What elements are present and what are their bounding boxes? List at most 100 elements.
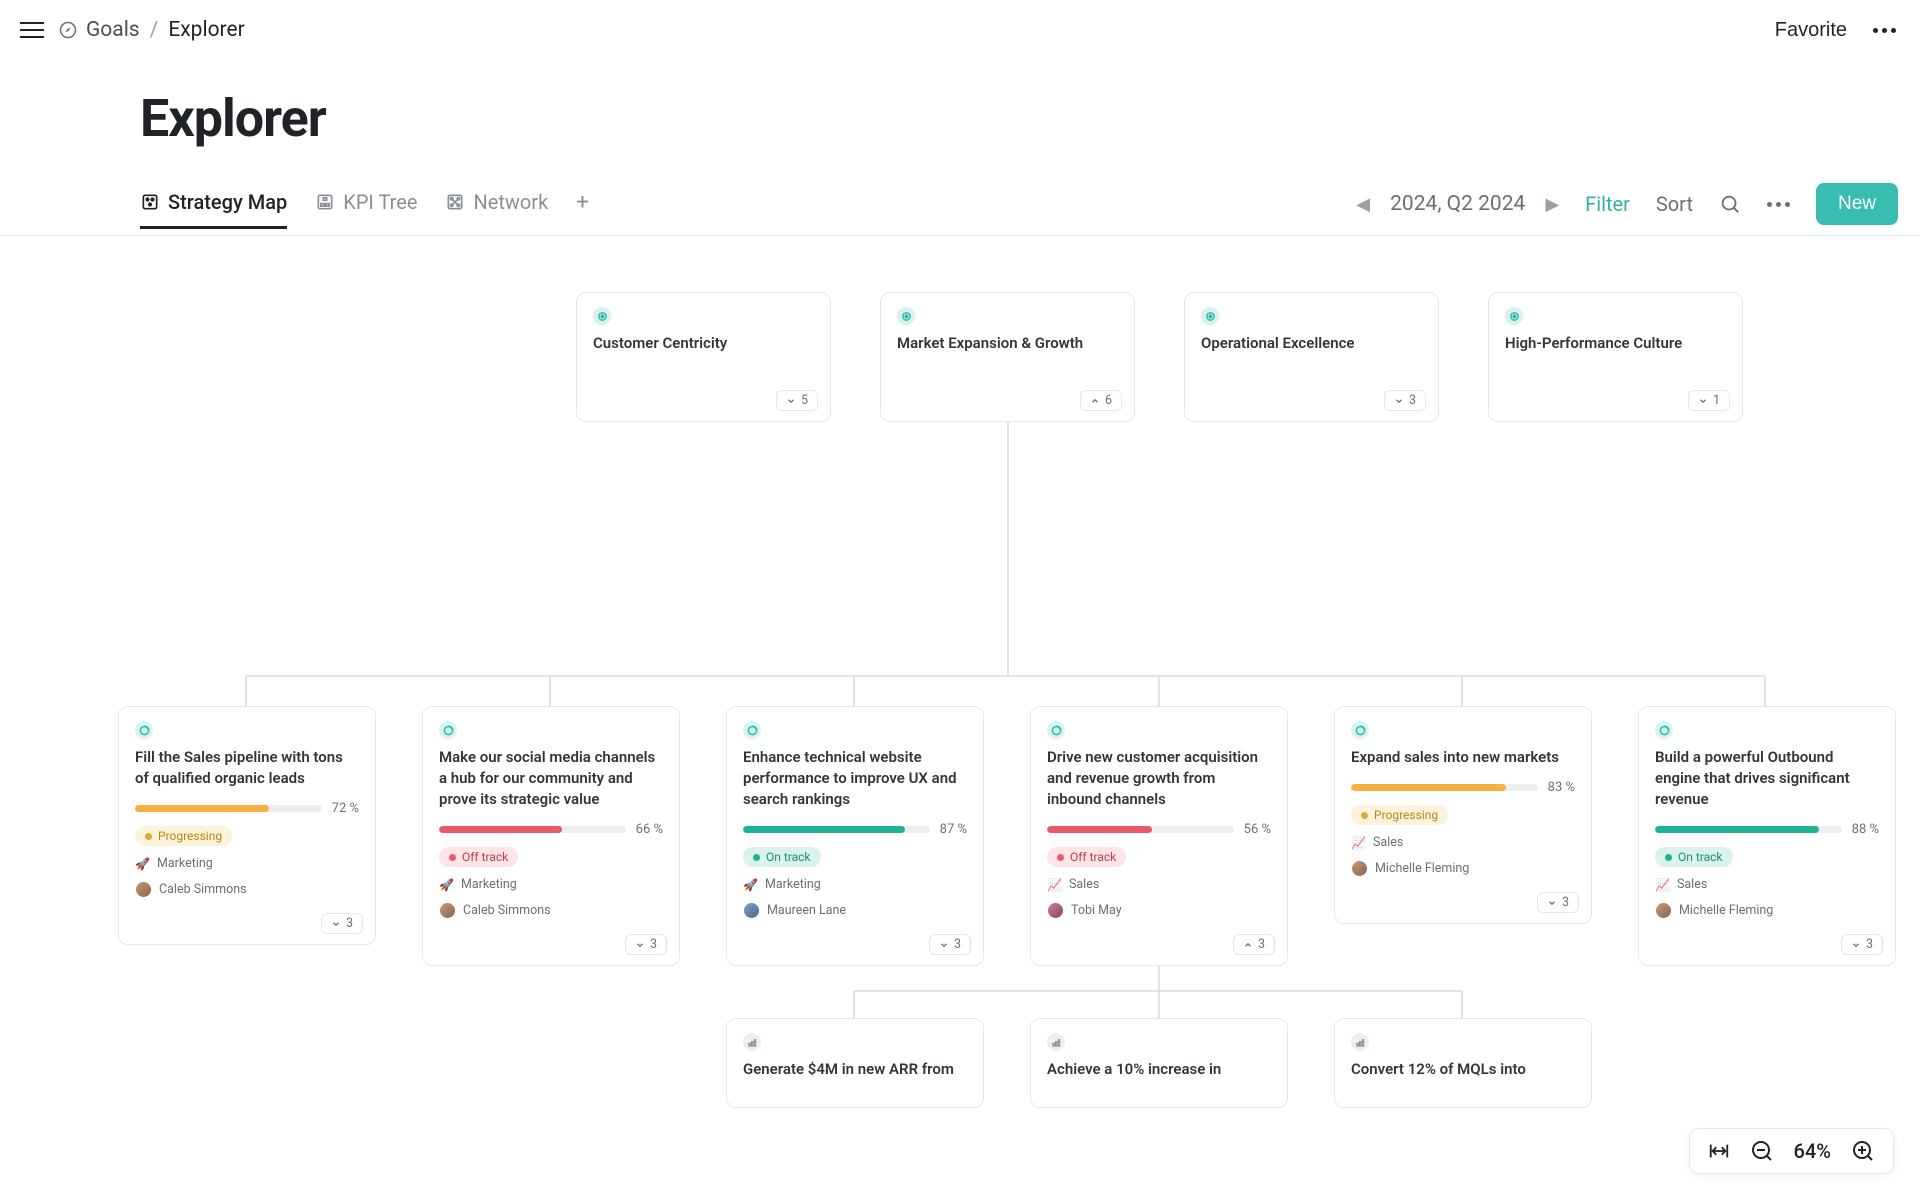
progress-bar [135,805,322,812]
owner-row: Michelle Fleming [1655,902,1879,919]
breadcrumb-current[interactable]: Explorer [168,18,244,42]
goal-title: Fill the Sales pipeline with tons of qua… [135,747,359,789]
goal-card[interactable]: Fill the Sales pipeline with tons of qua… [118,706,376,945]
tab-network[interactable]: Network [445,190,548,228]
zoom-in-button[interactable] [1851,1139,1875,1163]
goal-icon [743,721,761,739]
period-prev-button[interactable]: ◀ [1356,194,1370,215]
progress-bar [1655,826,1842,833]
child-count-label: 3 [1258,937,1265,952]
team-tag: 🚀Marketing [439,877,663,892]
goal-card[interactable]: Enhance technical website performance to… [726,706,984,966]
chevron-down-icon [331,919,341,929]
pillar-card[interactable]: Market Expansion & Growth 6 [880,292,1135,422]
page-title: Explorer [140,88,1920,149]
expand-children-button[interactable]: 3 [929,934,971,955]
team-label: Marketing [461,877,517,892]
target-icon [593,307,611,325]
sort-button[interactable]: Sort [1656,192,1693,216]
pillar-card[interactable]: High-Performance Culture 1 [1488,292,1743,422]
strategy-map-icon [140,192,160,212]
breadcrumb-root[interactable]: Goals [58,18,140,42]
avatar [743,902,760,919]
expand-children-button[interactable]: 3 [1841,934,1883,955]
fit-width-icon[interactable] [1708,1140,1730,1162]
menu-button[interactable] [20,22,44,38]
pillar-title: High-Performance Culture [1505,333,1726,353]
team-label: Sales [1069,877,1099,892]
team-tag: 📈Sales [1351,835,1575,850]
subgoal-card[interactable]: Achieve a 10% increase in [1030,1018,1288,1108]
child-count-label: 3 [650,937,657,952]
subgoal-title: Generate $4M in new ARR from [743,1059,967,1080]
goal-icon [1047,721,1065,739]
progress-row: 83 % [1351,780,1575,795]
collapse-children-button[interactable]: 3 [1233,934,1275,955]
tab-kpi-tree[interactable]: KPI Tree [315,190,417,228]
breadcrumb-root-label: Goals [86,18,140,42]
favorite-button[interactable]: Favorite [1775,19,1847,42]
strategy-map-canvas[interactable]: Customer Centricity 5 Market Expansion &… [0,236,1920,1200]
progress-row: 87 % [743,822,967,837]
subgoal-card[interactable]: Generate $4M in new ARR from [726,1018,984,1108]
owner-name: Caleb Simmons [463,903,551,918]
search-icon[interactable] [1719,193,1741,215]
subgoal-card[interactable]: Convert 12% of MQLs into [1334,1018,1592,1108]
collapse-children-button[interactable]: 6 [1080,390,1122,411]
child-count-label: 1 [1713,393,1720,408]
progress-percent: 87 % [940,822,967,837]
expand-children-button[interactable]: 3 [625,934,667,955]
status-label: Off track [1070,850,1116,864]
avatar [1351,860,1368,877]
chevron-down-icon [1851,940,1861,950]
expand-children-button[interactable]: 3 [321,913,363,934]
goal-card[interactable]: Expand sales into new markets 83 % Progr… [1334,706,1592,924]
pillar-title: Customer Centricity [593,333,814,353]
child-count-label: 3 [954,937,961,952]
subgoal-title: Convert 12% of MQLs into [1351,1059,1575,1080]
status-badge: On track [1655,847,1733,867]
period-navigator: ◀ 2024, Q2 2024 ▶ [1356,192,1559,216]
expand-children-button[interactable]: 1 [1688,390,1730,411]
goal-card[interactable]: Build a powerful Outbound engine that dr… [1638,706,1896,966]
view-tabs: Strategy Map KPI Tree Network + [140,190,589,229]
goal-card[interactable]: Make our social media channels a hub for… [422,706,680,966]
more-menu-button[interactable] [1869,24,1900,37]
pillar-card[interactable]: Customer Centricity 5 [576,292,831,422]
expand-children-button[interactable]: 3 [1384,390,1426,411]
pillar-card[interactable]: Operational Excellence 3 [1184,292,1439,422]
owner-row: Michelle Fleming [1351,860,1575,877]
top-bar-right: Favorite [1775,19,1900,42]
chevron-down-icon [1547,898,1557,908]
filter-button[interactable]: Filter [1585,192,1630,216]
goal-icon [135,721,153,739]
expand-children-button[interactable]: 3 [1537,892,1579,913]
add-view-button[interactable]: + [576,190,588,229]
goal-card[interactable]: Drive new customer acquisition and reven… [1030,706,1288,966]
status-label: Off track [462,850,508,864]
status-badge: Progressing [1351,805,1448,825]
status-badge: Off track [439,847,518,867]
zoom-control: 64% [1689,1128,1894,1174]
period-next-button[interactable]: ▶ [1545,194,1559,215]
owner-row: Caleb Simmons [135,881,359,898]
team-tag: 📈Sales [1047,877,1271,892]
tab-label: Network [473,190,548,214]
chart-icon: 📈 [1351,836,1366,850]
child-count-label: 3 [346,916,353,931]
progress-row: 72 % [135,801,359,816]
new-button[interactable]: New [1816,183,1898,225]
goal-title: Drive new customer acquisition and reven… [1047,747,1271,810]
network-icon [445,192,465,212]
zoom-out-button[interactable] [1750,1139,1774,1163]
kpi-tree-icon [315,192,335,212]
goal-icon [1351,721,1369,739]
team-label: Marketing [157,856,213,871]
period-label[interactable]: 2024, Q2 2024 [1390,192,1525,216]
tab-strategy-map[interactable]: Strategy Map [140,190,287,228]
expand-children-button[interactable]: 5 [776,390,818,411]
avatar [439,902,456,919]
pillar-title: Market Expansion & Growth [897,333,1118,353]
toolbar-more-button[interactable] [1767,202,1790,207]
target-icon [1201,307,1219,325]
